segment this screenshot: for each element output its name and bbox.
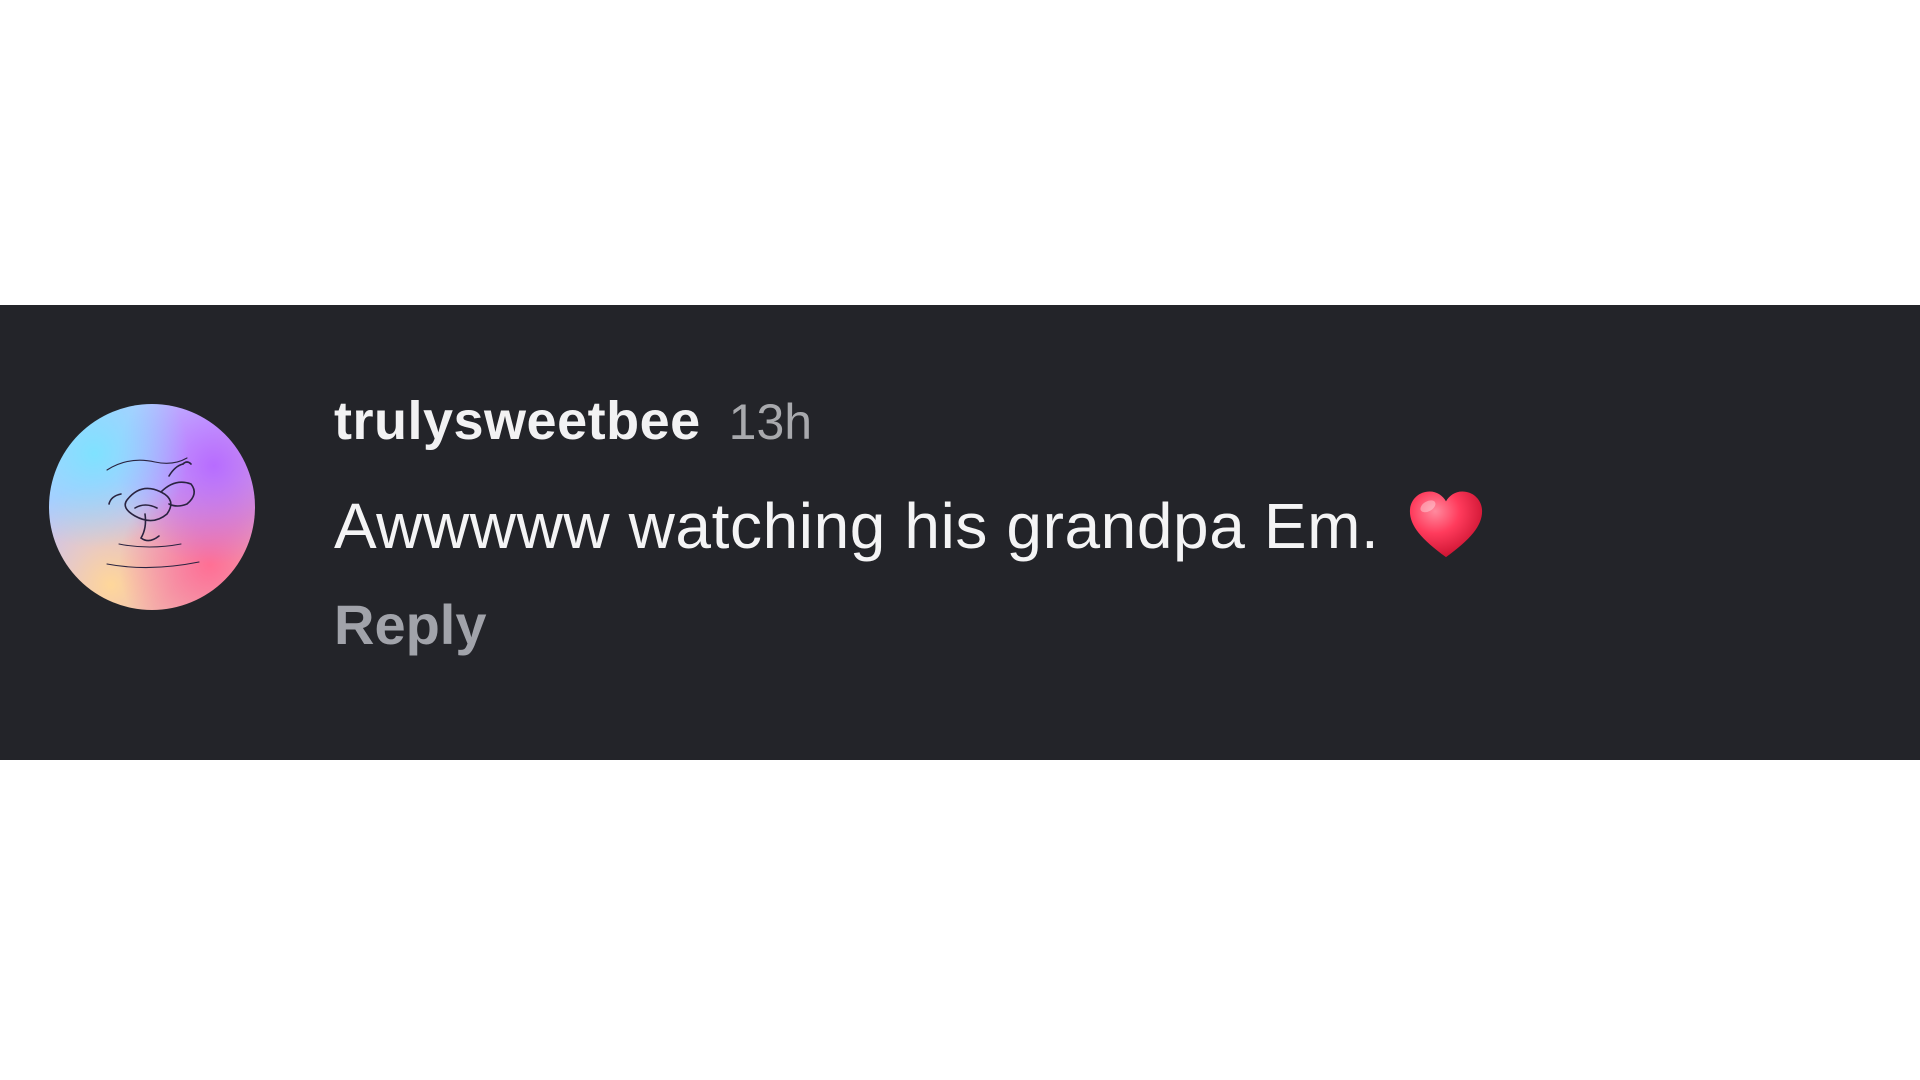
comment-text-row: Awwwww watching his grandpa Em. bbox=[334, 484, 1834, 568]
comment-meta: trulysweetbee 13h bbox=[334, 390, 1834, 460]
bee-logo-icon bbox=[106, 457, 200, 569]
username-link[interactable]: trulysweetbee bbox=[334, 390, 701, 452]
reply-button[interactable]: Reply bbox=[334, 592, 487, 657]
red-heart-icon bbox=[1405, 485, 1487, 567]
comment-text: Awwwww watching his grandpa Em. bbox=[334, 490, 1380, 562]
comment-content: trulysweetbee 13h Awwwww watching his gr… bbox=[334, 390, 1834, 657]
page: trulysweetbee 13h Awwwww watching his gr… bbox=[0, 0, 1920, 1080]
comment-timestamp: 13h bbox=[728, 394, 813, 450]
user-avatar[interactable] bbox=[49, 404, 255, 610]
